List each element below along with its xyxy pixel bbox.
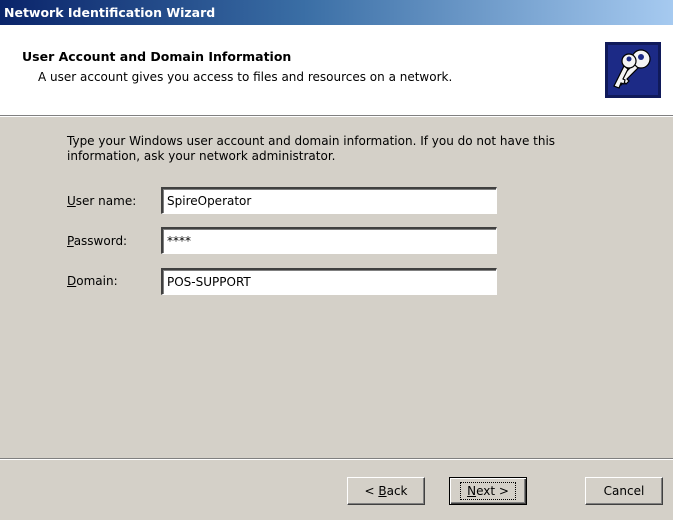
domain-label: Domain:: [67, 274, 118, 288]
footer-separator: [0, 458, 673, 460]
intro-line-1: Type your Windows user account and domai…: [67, 134, 556, 148]
intro-line-2: information, ask your network administra…: [67, 149, 336, 163]
window-title: Network Identification Wizard: [4, 5, 216, 20]
page-title: User Account and Domain Information: [22, 49, 292, 64]
back-button[interactable]: < Back: [347, 477, 425, 505]
page-subtitle: A user account gives you access to files…: [38, 70, 453, 84]
next-button[interactable]: Next >: [449, 477, 527, 505]
password-label: Password:: [67, 234, 128, 248]
title-bar[interactable]: Network Identification Wizard: [0, 0, 673, 25]
header-separator: [0, 115, 673, 117]
wizard-header: User Account and Domain Information A us…: [0, 25, 673, 115]
username-input[interactable]: [161, 187, 497, 214]
password-input[interactable]: [161, 227, 497, 254]
intro-text: Type your Windows user account and domai…: [67, 134, 627, 164]
cancel-button[interactable]: Cancel: [585, 477, 663, 505]
keys-icon: [605, 42, 661, 98]
domain-input[interactable]: [161, 268, 497, 295]
username-label: User name:: [67, 194, 137, 208]
